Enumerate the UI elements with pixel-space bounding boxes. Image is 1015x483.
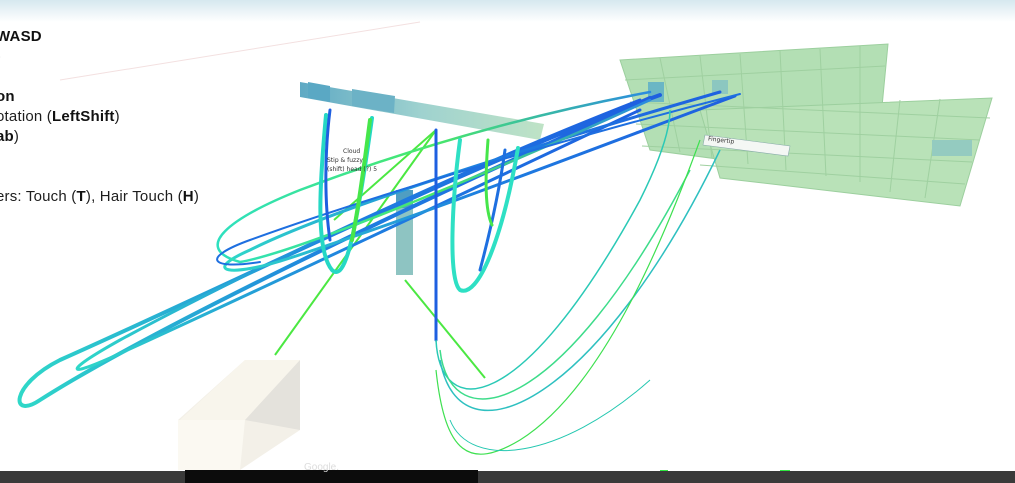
hud-mode-line: on (0, 88, 15, 105)
top-bar (300, 82, 544, 140)
fingertip-panel (619, 43, 993, 207)
hud-move-hint: WASD (0, 28, 42, 45)
hud-rotation-line: otation (LeftShift) (0, 108, 120, 125)
hud-trigger-key-hair: H (182, 188, 194, 205)
hud-tab-suffix: ) (13, 128, 20, 145)
hud-triggers-prefix: ers: Touch ( (0, 188, 77, 205)
hud-paren-line: ) (0, 48, 1, 65)
hud-rotation-key: LeftShift (52, 108, 115, 125)
center-label-1: Cloud (343, 148, 361, 155)
hud-triggers-mid: ), Hair Touch ( (85, 188, 183, 205)
hud-move-key: WASD (0, 28, 42, 45)
center-label-3: (shift) head (?) 5 (327, 166, 378, 173)
horizon-line (59, 21, 421, 81)
3d-viewport[interactable] (0, 0, 1015, 483)
hud-triggers-suffix: ) (193, 188, 200, 205)
hud-tab-line: ab) (0, 128, 19, 145)
hud-rotation-prefix: otation ( (0, 108, 52, 125)
hud-triggers-line: ers: Touch (T), Hair Touch (H) (0, 188, 199, 205)
hud-paren: ) (0, 48, 1, 65)
white-cube (178, 360, 300, 470)
trajectory-loops (17, 90, 741, 408)
hud-tab-key: ab (0, 128, 14, 145)
hud-rotation-suffix: ) (114, 108, 120, 125)
hud-trigger-key-touch: T (76, 188, 86, 205)
hud-mode: on (0, 88, 15, 105)
taskbar (0, 471, 1015, 483)
center-label-2: Stip & fuzzy (327, 157, 363, 164)
bottom-curves (435, 109, 721, 455)
sky-band (0, 0, 1015, 22)
bottom-caption: Google. (304, 462, 340, 473)
